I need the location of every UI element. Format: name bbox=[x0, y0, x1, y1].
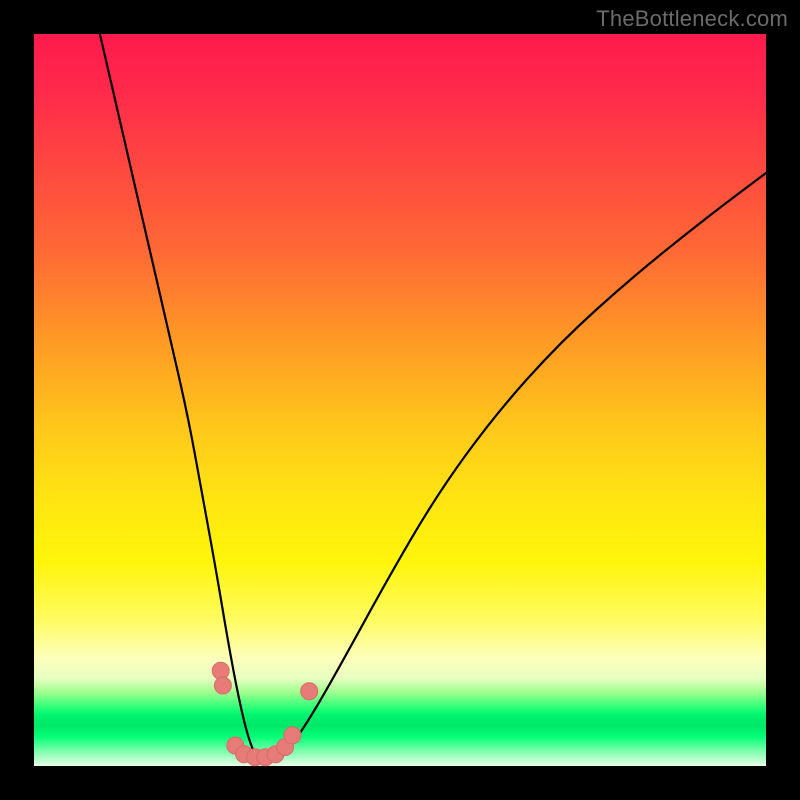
curve-marker bbox=[284, 727, 301, 744]
bottleneck-curve bbox=[100, 34, 766, 764]
marker-group bbox=[212, 662, 318, 765]
curve-marker bbox=[214, 677, 231, 694]
outer-frame: TheBottleneck.com bbox=[0, 0, 800, 800]
watermark-text: TheBottleneck.com bbox=[596, 6, 788, 32]
chart-overlay bbox=[34, 34, 766, 766]
curve-marker bbox=[301, 683, 318, 700]
curve-marker bbox=[212, 662, 229, 679]
